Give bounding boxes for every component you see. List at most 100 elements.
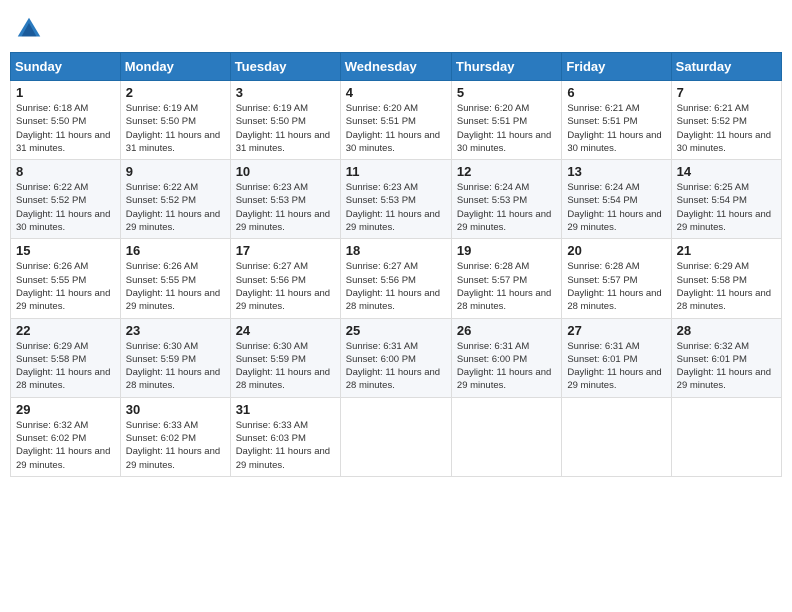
sunset-label: Sunset: 5:51 PM (457, 116, 527, 127)
day-info: Sunrise: 6:30 AM Sunset: 5:59 PM Dayligh… (126, 340, 225, 393)
weekday-header-tuesday: Tuesday (230, 53, 340, 81)
sunrise-label: Sunrise: 6:27 AM (346, 261, 418, 272)
day-info: Sunrise: 6:22 AM Sunset: 5:52 PM Dayligh… (126, 181, 225, 234)
daylight-label: Daylight: 11 hours and 31 minutes. (236, 130, 330, 154)
daylight-label: Daylight: 11 hours and 30 minutes. (567, 130, 661, 154)
day-number: 4 (346, 85, 446, 100)
sunset-label: Sunset: 6:01 PM (677, 354, 747, 365)
daylight-label: Daylight: 11 hours and 28 minutes. (677, 288, 771, 312)
daylight-label: Daylight: 11 hours and 30 minutes. (457, 130, 551, 154)
sunset-label: Sunset: 5:50 PM (16, 116, 86, 127)
sunrise-label: Sunrise: 6:28 AM (457, 261, 529, 272)
calendar-cell: 10 Sunrise: 6:23 AM Sunset: 5:53 PM Dayl… (230, 160, 340, 239)
sunset-label: Sunset: 6:00 PM (346, 354, 416, 365)
daylight-label: Daylight: 11 hours and 28 minutes. (126, 367, 220, 391)
day-info: Sunrise: 6:32 AM Sunset: 6:01 PM Dayligh… (677, 340, 776, 393)
calendar-cell: 30 Sunrise: 6:33 AM Sunset: 6:02 PM Dayl… (120, 397, 230, 476)
day-info: Sunrise: 6:24 AM Sunset: 5:54 PM Dayligh… (567, 181, 665, 234)
calendar-cell: 21 Sunrise: 6:29 AM Sunset: 5:58 PM Dayl… (671, 239, 781, 318)
day-info: Sunrise: 6:28 AM Sunset: 5:57 PM Dayligh… (567, 260, 665, 313)
calendar-week-2: 8 Sunrise: 6:22 AM Sunset: 5:52 PM Dayli… (11, 160, 782, 239)
day-info: Sunrise: 6:23 AM Sunset: 5:53 PM Dayligh… (236, 181, 335, 234)
day-number: 20 (567, 243, 665, 258)
day-info: Sunrise: 6:25 AM Sunset: 5:54 PM Dayligh… (677, 181, 776, 234)
calendar-week-4: 22 Sunrise: 6:29 AM Sunset: 5:58 PM Dayl… (11, 318, 782, 397)
weekday-header-row: SundayMondayTuesdayWednesdayThursdayFrid… (11, 53, 782, 81)
day-info: Sunrise: 6:19 AM Sunset: 5:50 PM Dayligh… (236, 102, 335, 155)
day-info: Sunrise: 6:19 AM Sunset: 5:50 PM Dayligh… (126, 102, 225, 155)
day-number: 16 (126, 243, 225, 258)
calendar-cell (562, 397, 671, 476)
day-info: Sunrise: 6:22 AM Sunset: 5:52 PM Dayligh… (16, 181, 115, 234)
sunrise-label: Sunrise: 6:33 AM (236, 420, 308, 431)
calendar-cell: 12 Sunrise: 6:24 AM Sunset: 5:53 PM Dayl… (451, 160, 561, 239)
sunset-label: Sunset: 5:55 PM (16, 275, 86, 286)
sunrise-label: Sunrise: 6:26 AM (126, 261, 198, 272)
calendar-cell: 14 Sunrise: 6:25 AM Sunset: 5:54 PM Dayl… (671, 160, 781, 239)
day-info: Sunrise: 6:26 AM Sunset: 5:55 PM Dayligh… (16, 260, 115, 313)
day-info: Sunrise: 6:33 AM Sunset: 6:02 PM Dayligh… (126, 419, 225, 472)
day-number: 27 (567, 323, 665, 338)
sunrise-label: Sunrise: 6:19 AM (126, 103, 198, 114)
sunset-label: Sunset: 6:03 PM (236, 433, 306, 444)
sunset-label: Sunset: 5:56 PM (236, 275, 306, 286)
daylight-label: Daylight: 11 hours and 29 minutes. (236, 288, 330, 312)
sunset-label: Sunset: 5:51 PM (567, 116, 637, 127)
weekday-header-wednesday: Wednesday (340, 53, 451, 81)
sunset-label: Sunset: 5:52 PM (126, 195, 196, 206)
sunrise-label: Sunrise: 6:31 AM (457, 341, 529, 352)
day-number: 15 (16, 243, 115, 258)
sunset-label: Sunset: 5:52 PM (16, 195, 86, 206)
calendar-cell: 16 Sunrise: 6:26 AM Sunset: 5:55 PM Dayl… (120, 239, 230, 318)
sunset-label: Sunset: 5:57 PM (457, 275, 527, 286)
sunrise-label: Sunrise: 6:29 AM (16, 341, 88, 352)
day-number: 25 (346, 323, 446, 338)
day-number: 26 (457, 323, 556, 338)
sunset-label: Sunset: 6:02 PM (126, 433, 196, 444)
calendar-cell: 6 Sunrise: 6:21 AM Sunset: 5:51 PM Dayli… (562, 81, 671, 160)
day-number: 31 (236, 402, 335, 417)
sunset-label: Sunset: 5:59 PM (126, 354, 196, 365)
day-number: 28 (677, 323, 776, 338)
day-number: 24 (236, 323, 335, 338)
day-info: Sunrise: 6:31 AM Sunset: 6:00 PM Dayligh… (346, 340, 446, 393)
logo-icon (14, 14, 44, 44)
logo (14, 14, 48, 44)
day-info: Sunrise: 6:26 AM Sunset: 5:55 PM Dayligh… (126, 260, 225, 313)
day-number: 6 (567, 85, 665, 100)
day-info: Sunrise: 6:21 AM Sunset: 5:52 PM Dayligh… (677, 102, 776, 155)
sunrise-label: Sunrise: 6:21 AM (677, 103, 749, 114)
sunset-label: Sunset: 5:53 PM (346, 195, 416, 206)
calendar-cell: 8 Sunrise: 6:22 AM Sunset: 5:52 PM Dayli… (11, 160, 121, 239)
calendar-cell: 24 Sunrise: 6:30 AM Sunset: 5:59 PM Dayl… (230, 318, 340, 397)
weekday-header-monday: Monday (120, 53, 230, 81)
day-number: 12 (457, 164, 556, 179)
day-number: 2 (126, 85, 225, 100)
sunrise-label: Sunrise: 6:31 AM (346, 341, 418, 352)
sunrise-label: Sunrise: 6:31 AM (567, 341, 639, 352)
sunrise-label: Sunrise: 6:25 AM (677, 182, 749, 193)
sunrise-label: Sunrise: 6:33 AM (126, 420, 198, 431)
day-number: 22 (16, 323, 115, 338)
calendar-cell: 20 Sunrise: 6:28 AM Sunset: 5:57 PM Dayl… (562, 239, 671, 318)
calendar-cell: 29 Sunrise: 6:32 AM Sunset: 6:02 PM Dayl… (11, 397, 121, 476)
day-number: 29 (16, 402, 115, 417)
sunrise-label: Sunrise: 6:18 AM (16, 103, 88, 114)
daylight-label: Daylight: 11 hours and 28 minutes. (457, 288, 551, 312)
day-number: 13 (567, 164, 665, 179)
sunset-label: Sunset: 6:01 PM (567, 354, 637, 365)
day-info: Sunrise: 6:27 AM Sunset: 5:56 PM Dayligh… (346, 260, 446, 313)
calendar-cell: 9 Sunrise: 6:22 AM Sunset: 5:52 PM Dayli… (120, 160, 230, 239)
sunset-label: Sunset: 5:54 PM (567, 195, 637, 206)
sunrise-label: Sunrise: 6:19 AM (236, 103, 308, 114)
calendar-cell: 4 Sunrise: 6:20 AM Sunset: 5:51 PM Dayli… (340, 81, 451, 160)
weekday-header-sunday: Sunday (11, 53, 121, 81)
weekday-header-friday: Friday (562, 53, 671, 81)
day-number: 11 (346, 164, 446, 179)
sunrise-label: Sunrise: 6:23 AM (346, 182, 418, 193)
day-info: Sunrise: 6:30 AM Sunset: 5:59 PM Dayligh… (236, 340, 335, 393)
sunset-label: Sunset: 5:58 PM (16, 354, 86, 365)
sunset-label: Sunset: 5:52 PM (677, 116, 747, 127)
sunrise-label: Sunrise: 6:29 AM (677, 261, 749, 272)
calendar-cell: 26 Sunrise: 6:31 AM Sunset: 6:00 PM Dayl… (451, 318, 561, 397)
